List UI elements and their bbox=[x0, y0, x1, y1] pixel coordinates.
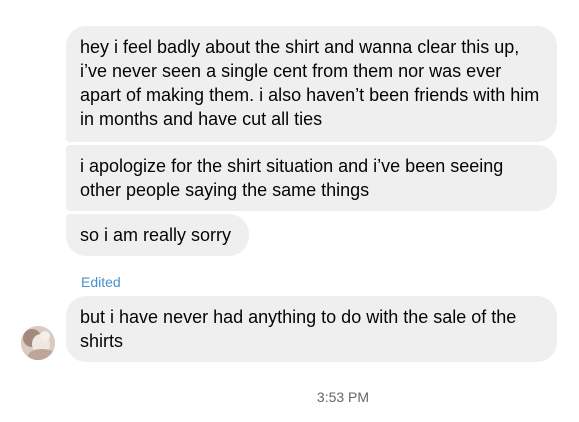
message-bubble-1[interactable]: hey i feel badly about the shirt and wan… bbox=[66, 26, 557, 142]
message-text-4: but i have never had anything to do with… bbox=[80, 307, 517, 351]
message-text-2: i apologize for the shirt situation and … bbox=[80, 156, 504, 200]
message-bubble-3[interactable]: so i am really sorry bbox=[66, 214, 249, 256]
message-timestamp: 3:53 PM bbox=[316, 389, 370, 405]
message-text-3: so i am really sorry bbox=[80, 225, 232, 245]
sender-avatar[interactable] bbox=[21, 326, 55, 360]
message-bubble-4[interactable]: but i have never had anything to do with… bbox=[66, 296, 557, 362]
message-text-1: hey i feel badly about the shirt and wan… bbox=[80, 37, 540, 129]
edited-label[interactable]: Edited bbox=[81, 274, 121, 290]
message-bubble-2[interactable]: i apologize for the shirt situation and … bbox=[66, 145, 557, 211]
avatar-photo-icon bbox=[21, 326, 55, 360]
